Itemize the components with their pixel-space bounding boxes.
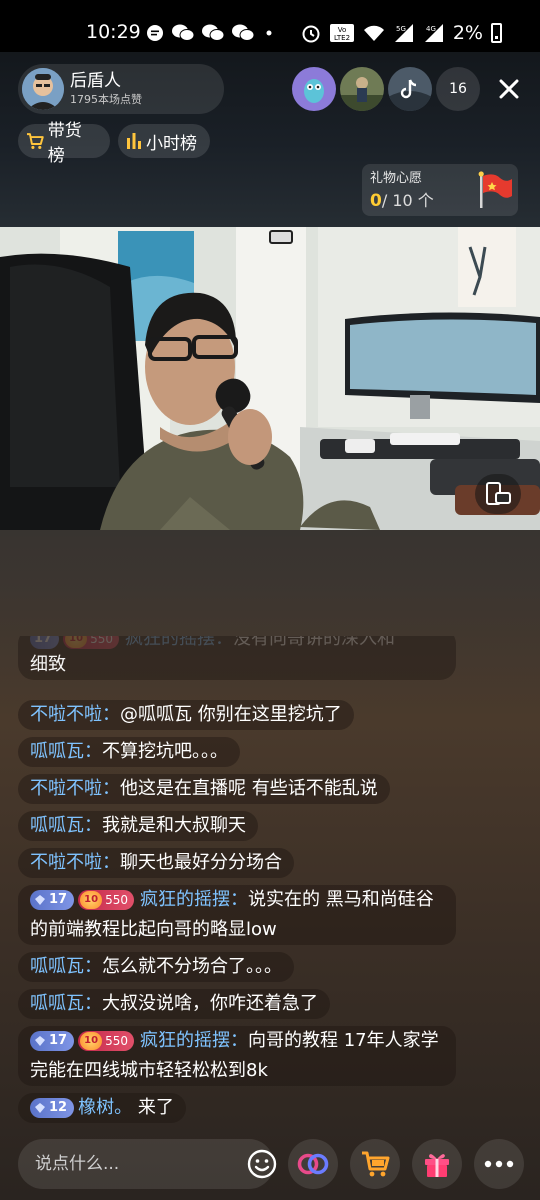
svg-text:LTE2: LTE2 — [334, 34, 350, 42]
chat-list[interactable]: 17 10 550 疯狂的摇摆：没有向哥讲的深入和 细致 不啦不啦：@呱呱瓦 你别在这… — [0, 636, 540, 1130]
diamond-icon — [35, 1036, 45, 1046]
chat-message[interactable]: 不啦不啦：聊天也最好分分场合 — [18, 848, 294, 878]
goods-rank-label: 带货榜 — [47, 121, 82, 166]
chat-message[interactable]: 呱呱瓦：不算挖坑吧。。。 — [18, 737, 240, 767]
chat-username[interactable]: 呱呱瓦： — [30, 741, 102, 762]
chat-message[interactable]: 不啦不啦：他这是在直播呢 有些话不能乱说 — [18, 774, 390, 804]
chat-text: 来了 — [137, 1097, 174, 1118]
chat-message[interactable]: 17 10 550 疯狂的摇摆：向哥的教程 17年人家学完能在四线城市轻轻松松到8k — [18, 1026, 456, 1086]
chat-username[interactable]: 不啦不啦： — [30, 704, 120, 725]
viewer-avatar[interactable] — [388, 67, 432, 111]
volte-icon: VoLTE2 — [329, 24, 354, 42]
signal-4g-icon: 4G — [424, 24, 443, 42]
chat-message[interactable]: 12 橡树。 来了 — [18, 1093, 186, 1123]
rotate-screen-icon — [486, 482, 511, 505]
chat-username[interactable]: 呱呱瓦： — [30, 815, 102, 836]
shopping-cart-button[interactable] — [350, 1139, 400, 1189]
chat-username[interactable]: 疯狂的摇摆： — [140, 889, 248, 910]
chat-message-text: 细致 — [30, 654, 66, 675]
fan-club-badge: 10 550 — [78, 1031, 134, 1051]
goods-rank-button[interactable]: 带货榜 — [18, 121, 110, 166]
chat-username[interactable]: 疯狂的摇摆： — [140, 1030, 248, 1051]
chat-username[interactable]: 不啦不啦： — [30, 778, 120, 799]
hour-rank-label: 小时榜 — [146, 133, 197, 154]
close-icon — [499, 79, 519, 99]
gift-icon — [425, 1154, 449, 1177]
system-indicators: Vo LTE2 5G 4G 2% — [301, 21, 502, 45]
emoji-icon[interactable] — [246, 1148, 278, 1180]
gift-wish-progress: 0/ 10 个 — [370, 191, 434, 211]
chat-text: 我就是和大叔聊天 — [102, 815, 246, 836]
link-mic-button[interactable] — [288, 1139, 338, 1189]
gift-wish-current: 0 — [370, 191, 382, 211]
gift-button[interactable] — [412, 1139, 462, 1189]
wechat-icon — [202, 24, 224, 41]
chat-message[interactable]: 17 10 550 疯狂的摇摆：说实在的 黑马和尚硅谷的前端教程比起向哥的略显low — [18, 885, 456, 945]
notification-icons — [146, 22, 276, 44]
wechat-icon — [172, 24, 194, 41]
svg-text:Vo: Vo — [338, 26, 347, 34]
wish-flag-icon — [478, 171, 512, 208]
chat-message: 17 10 550 疯狂的摇摆：没有向哥讲的深入和 细致 — [18, 636, 456, 680]
status-bar: 10:29 Vo LTE2 5G 4G 2% — [0, 0, 540, 52]
comment-placeholder: 说点什么... — [35, 1154, 120, 1174]
gift-wish-panel[interactable]: 礼物心愿 0/ 10 个 — [362, 164, 518, 216]
chat-username[interactable]: 橡树。 — [78, 1097, 132, 1118]
comment-input[interactable]: 说点什么... — [18, 1139, 277, 1189]
chat-message[interactable]: 不啦不啦：@呱呱瓦 你别在这里挖坑了 — [18, 700, 354, 730]
svg-text:5G: 5G — [396, 25, 406, 33]
host-info[interactable]: 后盾人 1795本场点赞 — [18, 64, 224, 114]
host-likes-count: 1795本场点赞 — [70, 93, 142, 106]
chat-text: 大叔没说啥，你咋还着急了 — [102, 993, 318, 1014]
bar-chart-icon — [127, 133, 141, 149]
top-viewers — [292, 67, 432, 111]
diamond-icon — [35, 895, 45, 905]
svg-text:4G: 4G — [426, 25, 436, 33]
wechat-icon — [232, 24, 254, 41]
chat-text: 他这是在直播呢 有些话不能乱说 — [120, 778, 378, 799]
user-level-badge: 17 — [30, 1031, 75, 1051]
rotate-screen-button[interactable] — [475, 474, 521, 514]
chat-message[interactable]: 呱呱瓦：怎么就不分场合了。。。 — [18, 952, 294, 982]
link-icon — [297, 1153, 329, 1175]
live-video[interactable] — [0, 227, 540, 530]
fan-club-badge: 10 550 — [63, 636, 119, 649]
user-level-badge: 17 — [30, 890, 75, 910]
fan-club-badge: 10 550 — [78, 890, 134, 910]
chat-username[interactable]: 呱呱瓦： — [30, 956, 102, 977]
gift-wish-title: 礼物心愿 — [370, 171, 423, 186]
hour-rank-button[interactable]: 小时榜 — [118, 124, 210, 158]
cart-icon — [26, 133, 44, 149]
more-notifications-dot-icon — [266, 30, 272, 36]
diamond-icon — [35, 1103, 45, 1113]
more-icon — [484, 1160, 514, 1168]
chat-message[interactable]: 呱呱瓦：我就是和大叔聊天 — [18, 811, 258, 841]
chat-message[interactable]: 呱呱瓦：大叔没说啥，你咋还着急了 — [18, 989, 330, 1019]
chat-message-faded: 17 10 550 疯狂的摇摆：没有向哥讲的深入和 — [30, 636, 444, 650]
viewer-avatar[interactable] — [340, 67, 384, 111]
wifi-icon — [363, 25, 384, 41]
chat-text: 怎么就不分场合了。。。 — [102, 956, 282, 977]
gift-wish-total: / 10 个 — [381, 191, 434, 210]
host-name: 后盾人 — [70, 71, 121, 91]
battery-percent: 2% — [452, 22, 483, 44]
battery-icon — [491, 23, 502, 43]
message-icon — [147, 25, 163, 41]
chat-username[interactable]: 不啦不啦： — [30, 852, 120, 873]
signal-5g-icon: 5G — [394, 24, 413, 42]
status-time: 10:29 — [86, 21, 141, 43]
user-level-badge: 17 — [30, 636, 60, 649]
user-level-badge: 12 — [30, 1098, 75, 1118]
viewer-avatar[interactable] — [292, 67, 336, 111]
close-button[interactable] — [492, 72, 526, 106]
shopping-cart-icon — [362, 1151, 390, 1177]
chat-text: 聊天也最好分分场合 — [120, 852, 282, 873]
viewer-count[interactable]: 16 — [436, 67, 480, 111]
alarm-icon — [302, 25, 320, 43]
host-avatar[interactable] — [22, 68, 64, 110]
chat-text: 不算挖坑吧。。。 — [102, 741, 228, 762]
more-button[interactable] — [474, 1139, 524, 1189]
chat-username[interactable]: 呱呱瓦： — [30, 993, 102, 1014]
chat-text: @呱呱瓦 你别在这里挖坑了 — [120, 704, 342, 725]
